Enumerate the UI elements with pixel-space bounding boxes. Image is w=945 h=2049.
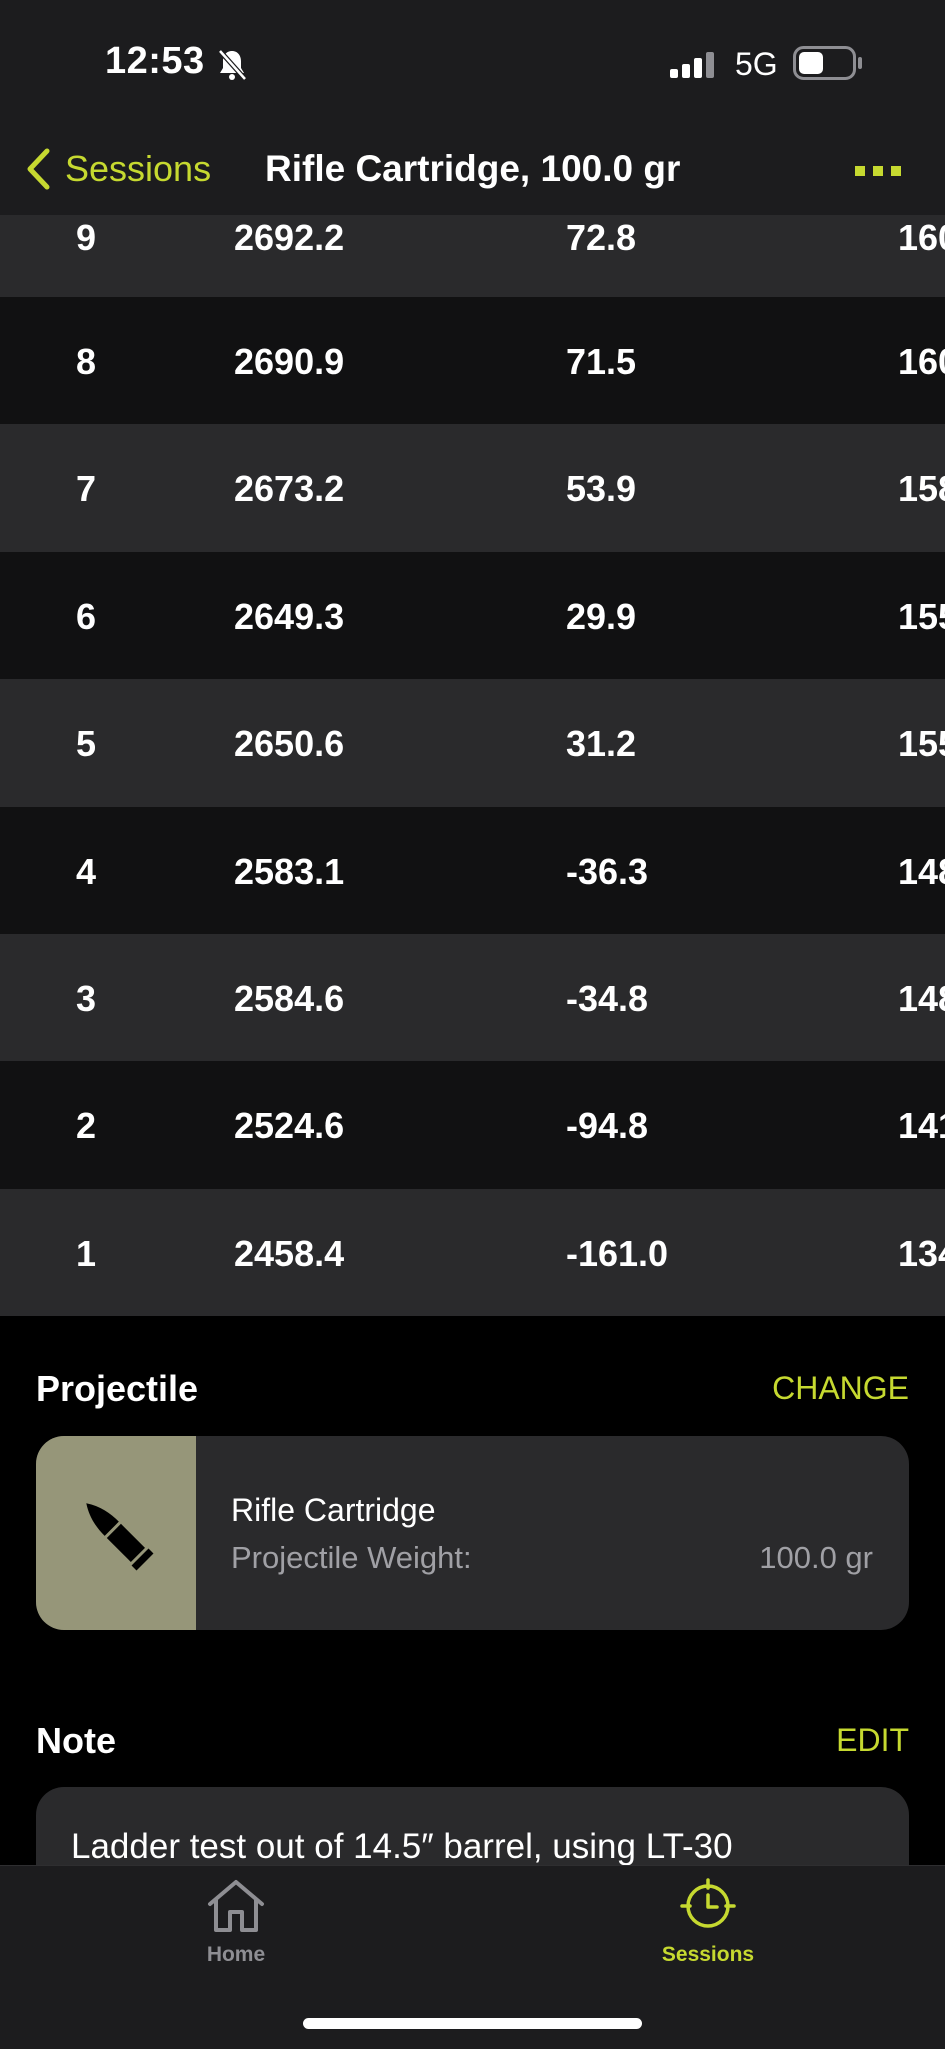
shot-number: 1 (76, 1232, 97, 1274)
shot-energy: 148 (898, 977, 945, 1019)
crosshair-clock-icon (680, 1878, 736, 1928)
shot-energy: 160 (898, 341, 945, 382)
shot-number: 6 (76, 595, 97, 637)
bullet-icon (86, 1503, 154, 1571)
shot-velocity: 2583.1 (234, 850, 345, 892)
bell-muted-icon (218, 49, 247, 81)
shot-energy: 155 (898, 723, 945, 765)
shot-number: 5 (76, 723, 97, 765)
tab-sessions[interactable]: Sessions (608, 1878, 808, 1967)
network-label: 5G (735, 46, 778, 82)
shot-energy: 160 (898, 217, 945, 258)
table-row[interactable]: 9 2692.2 72.8 160 (0, 215, 945, 297)
shot-velocity: 2584.6 (234, 977, 345, 1019)
table-row[interactable]: 3 2584.6 -34.8 148 (0, 933, 945, 1062)
shot-deviation: 31.2 (566, 723, 637, 765)
signal-icon (670, 52, 714, 78)
shot-deviation: -34.8 (566, 977, 649, 1019)
more-dot-icon (873, 166, 883, 176)
note-text: Ladder test out of 14.5″ barrel, using L… (71, 1827, 733, 1866)
projectile-weight-value: 100.0 gr (759, 1540, 873, 1575)
shot-velocity: 2692.2 (234, 217, 345, 258)
tab-home[interactable]: Home (136, 1878, 336, 1967)
shot-energy: 148 (898, 850, 945, 892)
shot-velocity: 2650.6 (234, 723, 345, 765)
home-icon (208, 1880, 264, 1932)
shot-number: 8 (76, 341, 97, 382)
change-projectile-button[interactable]: CHANGE (772, 1370, 909, 1407)
shot-number: 9 (76, 217, 97, 258)
table-row[interactable]: 4 2583.1 -36.3 148 (0, 806, 945, 934)
shot-deviation: 53.9 (566, 468, 637, 510)
navigation-bar: Sessions Rifle Cartridge, 100.0 gr (0, 130, 945, 216)
shot-energy: 158 (898, 468, 945, 510)
shot-number: 7 (76, 468, 97, 510)
table-row[interactable]: 8 2690.9 71.5 160 (0, 297, 945, 425)
table-row[interactable]: 2 2524.6 -94.8 141 (0, 1061, 945, 1189)
battery-icon (793, 46, 862, 80)
shot-velocity: 2458.4 (234, 1232, 345, 1274)
projectile-weight-label: Projectile Weight: (231, 1540, 472, 1575)
more-options-button[interactable] (852, 160, 904, 182)
table-row[interactable]: 1 2458.4 -161.0 134 (0, 1188, 945, 1317)
shot-deviation: 72.8 (566, 217, 637, 258)
projectile-section-title: Projectile (36, 1368, 199, 1409)
page-title: Rifle Cartridge, 100.0 gr (265, 148, 681, 189)
shot-velocity: 2673.2 (234, 468, 345, 510)
shot-deviation: -36.3 (566, 850, 649, 892)
status-bar: 12:53 5G (0, 0, 945, 130)
shot-velocity: 2524.6 (234, 1105, 345, 1147)
note-section-title: Note (36, 1720, 116, 1761)
shot-velocity: 2690.9 (234, 341, 345, 382)
shot-energy: 134 (898, 1232, 945, 1274)
tab-home-label: Home (206, 1943, 266, 1966)
more-dot-icon (855, 166, 865, 176)
back-label: Sessions (65, 148, 212, 189)
back-button[interactable]: Sessions (25, 144, 211, 194)
projectile-card[interactable]: Rifle Cartridge Projectile Weight: 100.0… (36, 1436, 909, 1630)
more-dot-icon (891, 166, 901, 176)
tab-sessions-label: Sessions (661, 1943, 755, 1966)
edit-note-button[interactable]: EDIT (836, 1722, 909, 1759)
shot-energy: 141 (898, 1105, 945, 1147)
shot-energy: 155 (898, 595, 945, 637)
table-row[interactable]: 7 2673.2 53.9 158 (0, 424, 945, 552)
table-row[interactable]: 5 2650.6 31.2 155 (0, 679, 945, 807)
shot-deviation: -94.8 (566, 1105, 649, 1147)
table-row[interactable]: 6 2649.3 29.9 155 (0, 551, 945, 680)
home-indicator[interactable] (303, 2018, 642, 2029)
shot-number: 3 (76, 977, 97, 1019)
shot-deviation: -161.0 (566, 1232, 669, 1274)
chevron-left-icon (27, 148, 50, 190)
shot-deviation: 29.9 (566, 595, 637, 637)
shot-number: 2 (76, 1105, 97, 1147)
shot-velocity: 2649.3 (234, 595, 345, 637)
projectile-name: Rifle Cartridge (231, 1492, 436, 1528)
projectile-thumbnail (36, 1436, 196, 1630)
shot-deviation: 71.5 (566, 341, 637, 382)
shots-table: 9 2692.2 72.8 160 8 2690.9 71.5 160 7 26… (0, 215, 945, 1317)
shot-number: 4 (76, 850, 97, 892)
status-time: 12:53 (105, 40, 205, 82)
